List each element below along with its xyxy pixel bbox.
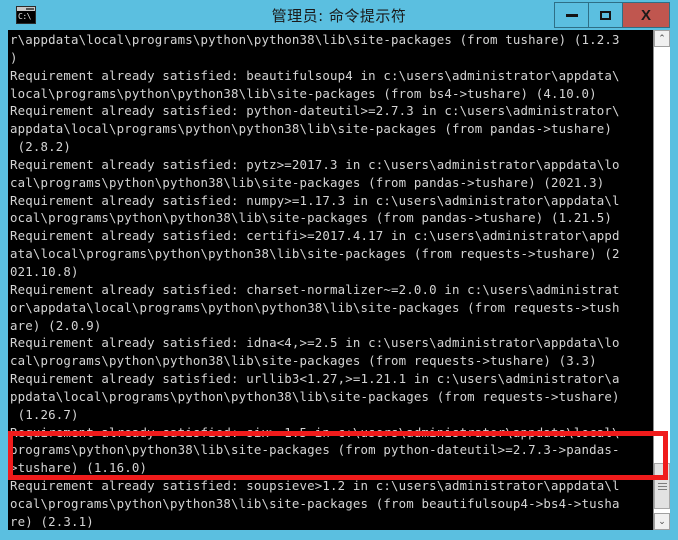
console-line: Requirement already satisfied: six>=1.5 … — [10, 424, 620, 440]
cmd-console-icon[interactable]: C:\ — [16, 6, 36, 24]
console-line: ata\local\programs\python\python38\lib\s… — [10, 246, 620, 262]
console-line: Requirement already satisfied: python-da… — [10, 103, 620, 119]
console-line: Requirement already satisfied: charset-n… — [10, 281, 620, 297]
scrollbar-thumb[interactable] — [654, 463, 670, 509]
scrollbar-grip-icon — [657, 482, 667, 490]
console-output[interactable]: r\appdata\local\programs\python\python38… — [8, 30, 653, 530]
title-bar[interactable]: C:\ 管理员: 命令提示符 X — [0, 0, 678, 30]
console-line: ocal\programs\python\python38\lib\site-p… — [10, 210, 612, 226]
console-line: 021.10.8) — [10, 263, 79, 279]
console-line: Requirement already satisfied: urllib3<1… — [10, 371, 620, 387]
console-line: cal\programs\python\python38\lib\site-pa… — [10, 353, 597, 369]
minimize-button[interactable] — [554, 2, 589, 28]
console-line: re) (2.3.1) — [10, 513, 94, 529]
icon-prompt-text: C:\ — [18, 12, 31, 21]
console-line: r\appdata\local\programs\python\python38… — [10, 32, 620, 47]
console-line: Requirement already satisfied: certifi>=… — [10, 228, 620, 244]
console-line: (2.8.2) — [10, 139, 71, 155]
console-line: ppdata\local\programs\python\python38\li… — [10, 388, 620, 404]
icon-titlebar-stripe — [17, 7, 35, 11]
maximize-icon — [600, 10, 611, 20]
scroll-down-arrow-icon[interactable]: ⌄ — [654, 513, 670, 530]
console-line: are) (2.0.9) — [10, 317, 102, 333]
maximize-button[interactable] — [588, 2, 623, 28]
window-controls: X — [554, 2, 670, 28]
console-line: ) — [10, 49, 18, 65]
console-line: programs\python\python38\lib\site-packag… — [10, 442, 620, 458]
command-prompt-window: C:\ 管理员: 命令提示符 X r\appdata\local\program… — [0, 0, 678, 540]
console-scrollbar[interactable]: ⌃ ⌄ — [653, 30, 670, 530]
console-line: Requirement already satisfied: pytz>=201… — [10, 156, 620, 172]
minimize-icon — [565, 13, 578, 17]
console-line: Requirement already satisfied: numpy>=1.… — [10, 192, 620, 208]
console-line: (1.26.7) — [10, 406, 79, 422]
console-line: or\appdata\local\programs\python\python3… — [10, 299, 620, 315]
console-line: appdata\local\programs\python\python38\l… — [10, 121, 612, 137]
console-line: >tushare) (1.16.0) — [10, 460, 148, 476]
scrollbar-track[interactable] — [654, 47, 670, 513]
console-line: Requirement already satisfied: idna<4,>=… — [10, 335, 620, 351]
close-button[interactable]: X — [622, 2, 670, 28]
console-line: local\programs\python\python38\lib\site-… — [10, 85, 597, 101]
scroll-up-arrow-icon[interactable]: ⌃ — [654, 30, 670, 47]
console-line: cal\programs\python\python38\lib\site-pa… — [10, 174, 605, 190]
console-line: Requirement already satisfied: beautiful… — [10, 67, 620, 83]
console-area: r\appdata\local\programs\python\python38… — [8, 30, 670, 530]
console-line: Requirement already satisfied: soupsieve… — [10, 478, 620, 494]
console-line: ocal\programs\python\python38\lib\site-p… — [10, 495, 620, 511]
